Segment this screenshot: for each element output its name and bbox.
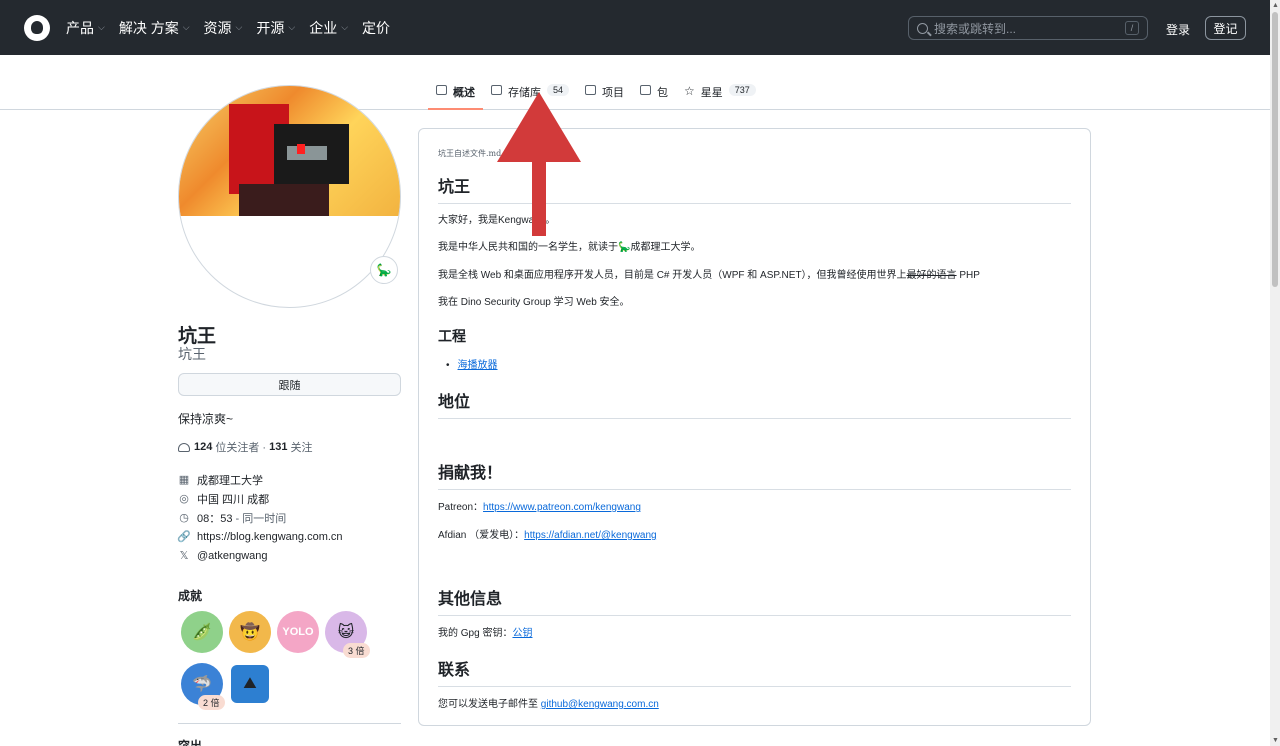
readme-contact-heading: 联系 <box>438 656 1071 687</box>
readme-other-heading: 其他信息 <box>438 585 1071 616</box>
search-input[interactable]: 搜索或跳转到... / <box>908 16 1148 40</box>
readme-afdian: Afdian （爱发电）：https://afdian.net/@kengwan… <box>438 530 657 541</box>
readme-dev: 我是全栈 Web 和桌面应用程序开发人员，目前是 C# 开发人员（WPF 和 A… <box>438 270 980 281</box>
patreon-link[interactable]: https://www.patreon.com/kengwang <box>483 502 641 513</box>
scroll-up-icon[interactable]: ▲ <box>1272 2 1279 9</box>
project-link[interactable]: 海播放器 <box>458 360 498 371</box>
chevron-down-icon: ⌵ <box>341 22 349 32</box>
followers-label[interactable]: 位关注者 · <box>215 439 266 455</box>
readme-gpg: 我的 Gpg 密钥：公钥 <box>438 628 533 639</box>
org-item: ▦ 成都理工大学 <box>178 474 263 487</box>
readme-status-heading: 地位 <box>438 388 1071 419</box>
followers-count[interactable]: 124 <box>194 441 212 453</box>
book-icon <box>436 85 447 95</box>
pixel-character <box>229 104 349 216</box>
scroll-thumb[interactable] <box>1272 12 1278 287</box>
time-item: ◷ 08：53- 同一时间 <box>179 512 287 525</box>
following-label[interactable]: 关注 <box>290 439 312 455</box>
star-count: 737 <box>728 84 756 96</box>
yolo-icon[interactable]: YOLO <box>277 611 319 653</box>
readme-contact: 您可以发送电子邮件至 github@kengwang.com.cn <box>438 699 659 710</box>
readme-file-path: 坑王自述文件.md <box>438 149 502 158</box>
readme-patreon: Patreon：https://www.patreon.com/kengwang <box>438 502 641 513</box>
profile-bio: 保持凉爽~ <box>178 412 234 426</box>
clock-icon: ◷ <box>179 512 189 524</box>
list-item: 海播放器 <box>446 356 498 371</box>
tab-packages[interactable]: 包 <box>632 79 676 110</box>
nav-resources[interactable]: 资源 ⌵ <box>204 18 243 38</box>
nav-solutions[interactable]: 解决 方案 ⌵ <box>119 18 190 38</box>
profile-login: 坑王 <box>178 346 206 362</box>
nav-products[interactable]: 产品 ⌵ <box>66 18 105 38</box>
search-icon <box>917 22 928 34</box>
table-icon <box>585 85 597 95</box>
afdian-link[interactable]: https://afdian.net/@kengwang <box>524 530 656 541</box>
x-logo-icon: 𝕏 <box>179 550 189 562</box>
twitter-item[interactable]: 𝕏 @atkengwang <box>178 546 343 565</box>
github-logo-icon[interactable] <box>24 14 50 41</box>
main-nav: 产品 ⌵ 解决 方案 ⌵ 资源 ⌵ 开源 ⌵ 企业 ⌵ 定价 <box>66 18 404 38</box>
profile-readme: 坑王自述文件.md 坑王 大家好，我是Kengwang。 我是中华人民共和国的一… <box>418 128 1091 726</box>
tab-overview[interactable]: 概述 <box>428 79 483 110</box>
page-scrollbar[interactable]: ▲ ▼ <box>1270 0 1280 746</box>
gpg-link[interactable]: 公钥 <box>512 628 532 639</box>
avatar-image <box>179 86 400 216</box>
people-icon <box>178 442 190 452</box>
follow-button[interactable]: 跟随 <box>178 373 401 396</box>
readme-projects-heading: 工程 <box>438 328 466 344</box>
website-item[interactable]: 🔗 https://blog.kengwang.com.cn <box>177 527 342 546</box>
achievements-title: 成就 <box>178 589 203 603</box>
site-header: 产品 ⌵ 解决 方案 ⌵ 资源 ⌵ 开源 ⌵ 企业 ⌵ 定价 搜索或跳转到... / 登录… <box>0 0 1270 55</box>
location-item: ◎ 中国 四川 成都 <box>179 493 270 506</box>
sign-up-button[interactable]: 登记 <box>1205 16 1246 40</box>
location-icon: ◎ <box>179 493 189 505</box>
nav-pricing[interactable]: 定价 <box>362 18 390 38</box>
tab-projects[interactable]: 项目 <box>577 79 632 110</box>
shark-badge: 2 倍 <box>198 695 225 710</box>
pea-pod-icon[interactable]: 🫛 <box>181 611 223 653</box>
chevron-down-icon: ⌵ <box>182 22 190 32</box>
scroll-down-icon[interactable]: ▼ <box>1272 737 1279 744</box>
nav-open-source[interactable]: 开源 ⌵ <box>256 18 295 38</box>
annotation-arrow-shaft <box>532 158 546 236</box>
arctic-icon[interactable]: ⛰ <box>231 665 269 703</box>
readme-security: 我在 Dino Security Group 学习 Web 安全。 <box>438 297 630 308</box>
sign-in-link[interactable]: 登录 <box>1166 21 1190 38</box>
chevron-down-icon: ⌵ <box>235 22 243 32</box>
avatar[interactable] <box>178 85 401 308</box>
annotation-arrow-icon <box>497 92 581 162</box>
chevron-down-icon: ⌵ <box>288 22 296 32</box>
chevron-down-icon: ⌵ <box>98 22 105 32</box>
package-icon <box>640 85 652 95</box>
quickdraw-badge: 3 倍 <box>343 643 370 658</box>
follow-stats: 124 位关注者 · 131 关注 <box>178 439 312 455</box>
following-count[interactable]: 131 <box>269 441 287 453</box>
organization-icon: ▦ <box>178 474 190 486</box>
status-emoji-icon[interactable]: 🦕 <box>370 256 398 284</box>
link-icon: 🔗 <box>177 531 191 543</box>
shortcut-key: / <box>1125 21 1139 35</box>
readme-school: 我是中华人民共和国的一名学生，就读于🦕成都理工大学。 <box>438 242 701 253</box>
tab-stars[interactable]: ☆ 星星 737 <box>676 79 764 110</box>
readme-donate-heading: 捐献我！ <box>438 459 1071 490</box>
nav-enterprise[interactable]: 企业 ⌵ <box>309 18 348 38</box>
cowboy-icon[interactable]: 🤠 <box>229 611 271 653</box>
profile-details: ▦ 成都理工大学 ◎ 中国 四川 成都 ◷ 08：53- 同一时间 🔗 https://… <box>177 470 343 565</box>
dino-icon: 🦕 <box>618 242 631 253</box>
highlights-title: 突出 <box>178 739 203 746</box>
star-icon: ☆ <box>684 84 695 98</box>
profile-tabs: 概述 存储库 54 项目 包 ☆ 星星 737 <box>428 79 764 110</box>
sidebar-divider <box>178 723 401 724</box>
email-link[interactable]: github@kengwang.com.cn <box>541 699 659 710</box>
